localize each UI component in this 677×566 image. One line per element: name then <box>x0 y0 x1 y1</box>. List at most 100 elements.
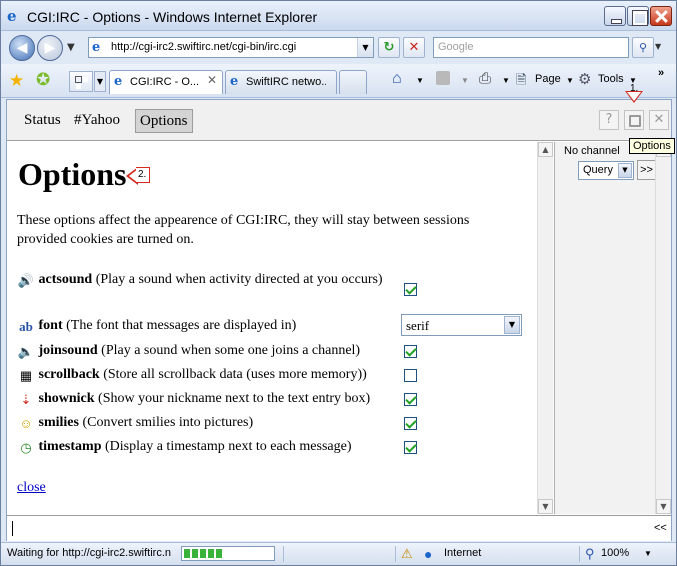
search-options-dropdown-icon[interactable]: ▼ <box>655 42 661 51</box>
options-panel: Options These options affect the appeare… <box>7 142 537 514</box>
print-dropdown-icon[interactable]: ▼ <box>502 76 510 85</box>
speaker-list-icon: 🔈 <box>17 344 35 359</box>
close-window-button[interactable] <box>650 6 672 26</box>
marker-number: 2. <box>138 169 147 180</box>
option-desc: (Play a sound when activity directed at … <box>95 272 383 287</box>
close-irc-button[interactable]: ✕ <box>649 110 669 130</box>
option-shownick: ⇣ shownick (Show your nickname next to t… <box>17 390 371 408</box>
channel-scrollbar[interactable]: ▲ ▼ <box>655 142 671 514</box>
new-tab-button[interactable] <box>339 70 367 94</box>
status-divider <box>579 546 580 562</box>
down-arrow-icon <box>625 91 643 103</box>
annotation-marker-1: 1. <box>620 83 648 107</box>
security-zone-label[interactable]: Internet <box>444 547 481 559</box>
font-select-value: serif <box>406 318 430 333</box>
refresh-button[interactable]: ↻ <box>378 37 400 58</box>
option-desc: (The font that messages are displayed in… <box>66 318 297 333</box>
option-desc: (Show your nickname next to the text ent… <box>98 391 371 406</box>
feeds-dropdown-icon[interactable]: ▼ <box>461 76 469 85</box>
option-desc: (Convert smilies into pictures) <box>82 415 254 430</box>
globe-icon: ● <box>424 546 433 562</box>
title-bar: e CGI:IRC - Options - Windows Internet E… <box>1 1 676 31</box>
options-heading: Options <box>18 156 127 192</box>
chevron-down-icon[interactable]: ▼ <box>618 163 632 178</box>
irc-tab-yahoo[interactable]: #Yahoo <box>70 109 124 133</box>
font-select[interactable]: serif ▼ <box>401 314 522 336</box>
option-smilies: ☺ smilies (Convert smilies into pictures… <box>17 414 253 432</box>
close-options-link[interactable]: close <box>17 480 46 496</box>
feeds-icon[interactable] <box>436 71 450 85</box>
zoom-icon[interactable]: ⚲ <box>585 546 595 562</box>
address-input[interactable]: http://cgi-irc2.swiftirc.net/cgi-bin/irc… <box>111 41 296 53</box>
option-actsound: 🔊 actsound (Play a sound when activity d… <box>17 271 397 289</box>
recent-pages-dropdown-icon[interactable]: ▼ <box>67 42 75 53</box>
options-tooltip: Options <box>629 138 675 154</box>
search-box[interactable]: Google <box>433 37 629 58</box>
options-button[interactable] <box>624 110 644 130</box>
status-divider <box>283 546 284 562</box>
option-name: smilies <box>38 415 79 430</box>
options-scrollbar[interactable]: ▲ ▼ <box>537 142 553 514</box>
scroll-down-icon[interactable]: ▼ <box>538 499 553 514</box>
status-bar: Waiting for http://cgi-irc2.swiftirc.n ⚠… <box>1 542 676 565</box>
query-select-value: Query <box>583 164 613 176</box>
address-bar[interactable]: e http://cgi-irc2.swiftirc.net/cgi-bin/i… <box>88 37 374 58</box>
irc-tab-status[interactable]: Status <box>20 109 65 133</box>
forward-button[interactable]: ▶ <box>37 35 63 61</box>
joinsound-checkbox[interactable] <box>404 345 417 358</box>
zoom-dropdown-icon[interactable]: ▼ <box>644 549 652 558</box>
option-name: font <box>38 318 63 333</box>
minimize-button[interactable] <box>604 6 626 26</box>
tab-list-dropdown-icon[interactable]: ▼ <box>94 71 106 92</box>
irc-tab-options[interactable]: Options <box>135 109 193 133</box>
option-font: ab font (The font that messages are disp… <box>17 317 296 335</box>
actsound-checkbox[interactable] <box>404 283 417 296</box>
home-icon[interactable]: ⌂ <box>392 70 402 88</box>
print-icon[interactable]: ⎙ <box>479 70 491 87</box>
tab-cgiirc[interactable]: e CGI:IRC - O... ✕ <box>109 70 223 94</box>
search-icon[interactable]: ⚲ <box>632 37 654 58</box>
expand-button[interactable]: << <box>654 522 667 534</box>
smilies-checkbox[interactable] <box>404 417 417 430</box>
home-dropdown-icon[interactable]: ▼ <box>416 76 424 85</box>
message-input[interactable]: << <box>7 515 671 541</box>
page-content: Status #Yahoo Options ? ✕ Options These … <box>6 99 672 541</box>
add-favorites-icon[interactable]: ✪ <box>36 70 50 90</box>
option-joinsound: 🔈 joinsound (Play a sound when some one … <box>17 342 360 360</box>
option-desc: (Display a timestamp next to each messag… <box>105 439 352 454</box>
page-menu[interactable]: Page <box>535 73 561 85</box>
font-ab-icon: ab <box>19 319 33 334</box>
address-dropdown-icon[interactable]: ▼ <box>357 38 373 57</box>
stop-button[interactable]: ✕ <box>403 37 425 58</box>
quick-tabs-icon[interactable] <box>69 71 93 92</box>
security-lock-icon[interactable]: ⚠ <box>401 546 417 562</box>
scroll-up-icon[interactable]: ▲ <box>538 142 553 157</box>
close-tab-icon[interactable]: ✕ <box>207 73 217 87</box>
help-button[interactable]: ? <box>599 110 619 130</box>
favorites-star-icon[interactable]: ★ <box>9 71 24 91</box>
page-dropdown-icon[interactable]: ▼ <box>566 76 574 85</box>
gear-icon[interactable]: ⚙ <box>578 70 591 88</box>
search-input[interactable]: Google <box>438 41 473 53</box>
maximize-button[interactable] <box>627 6 649 26</box>
address-toolbar: ◀ ▶ ▼ e http://cgi-irc2.swiftirc.net/cgi… <box>1 32 676 64</box>
tab-swiftirc[interactable]: e SwiftIRC netwo... <box>225 70 337 94</box>
shownick-checkbox[interactable] <box>404 393 417 406</box>
scrollback-icon: ▦ <box>19 368 33 383</box>
scroll-down-icon[interactable]: ▼ <box>656 499 671 514</box>
browser-window: e CGI:IRC - Options - Windows Internet E… <box>0 0 677 566</box>
chevron-down-icon[interactable]: ▼ <box>504 316 520 334</box>
query-select[interactable]: Query ▼ <box>578 161 634 180</box>
tab-label: CGI:IRC - O... <box>130 76 200 88</box>
timestamp-checkbox[interactable] <box>404 441 417 454</box>
zoom-level[interactable]: 100% <box>601 547 629 559</box>
back-button[interactable]: ◀ <box>9 35 35 61</box>
scrollback-checkbox[interactable] <box>404 369 417 382</box>
status-text: Waiting for http://cgi-irc2.swiftirc.n <box>7 547 172 559</box>
page-icon[interactable]: 🗎 <box>516 71 526 93</box>
more-commands-icon[interactable]: » <box>658 67 664 79</box>
irc-tab-bar: Status #Yahoo Options ? ✕ <box>7 100 671 141</box>
query-go-button[interactable]: >> <box>637 160 656 180</box>
annotation-marker-2: 2. <box>126 166 152 186</box>
channel-pane: No channel Query ▼ >> ▲ ▼ <box>554 142 671 514</box>
